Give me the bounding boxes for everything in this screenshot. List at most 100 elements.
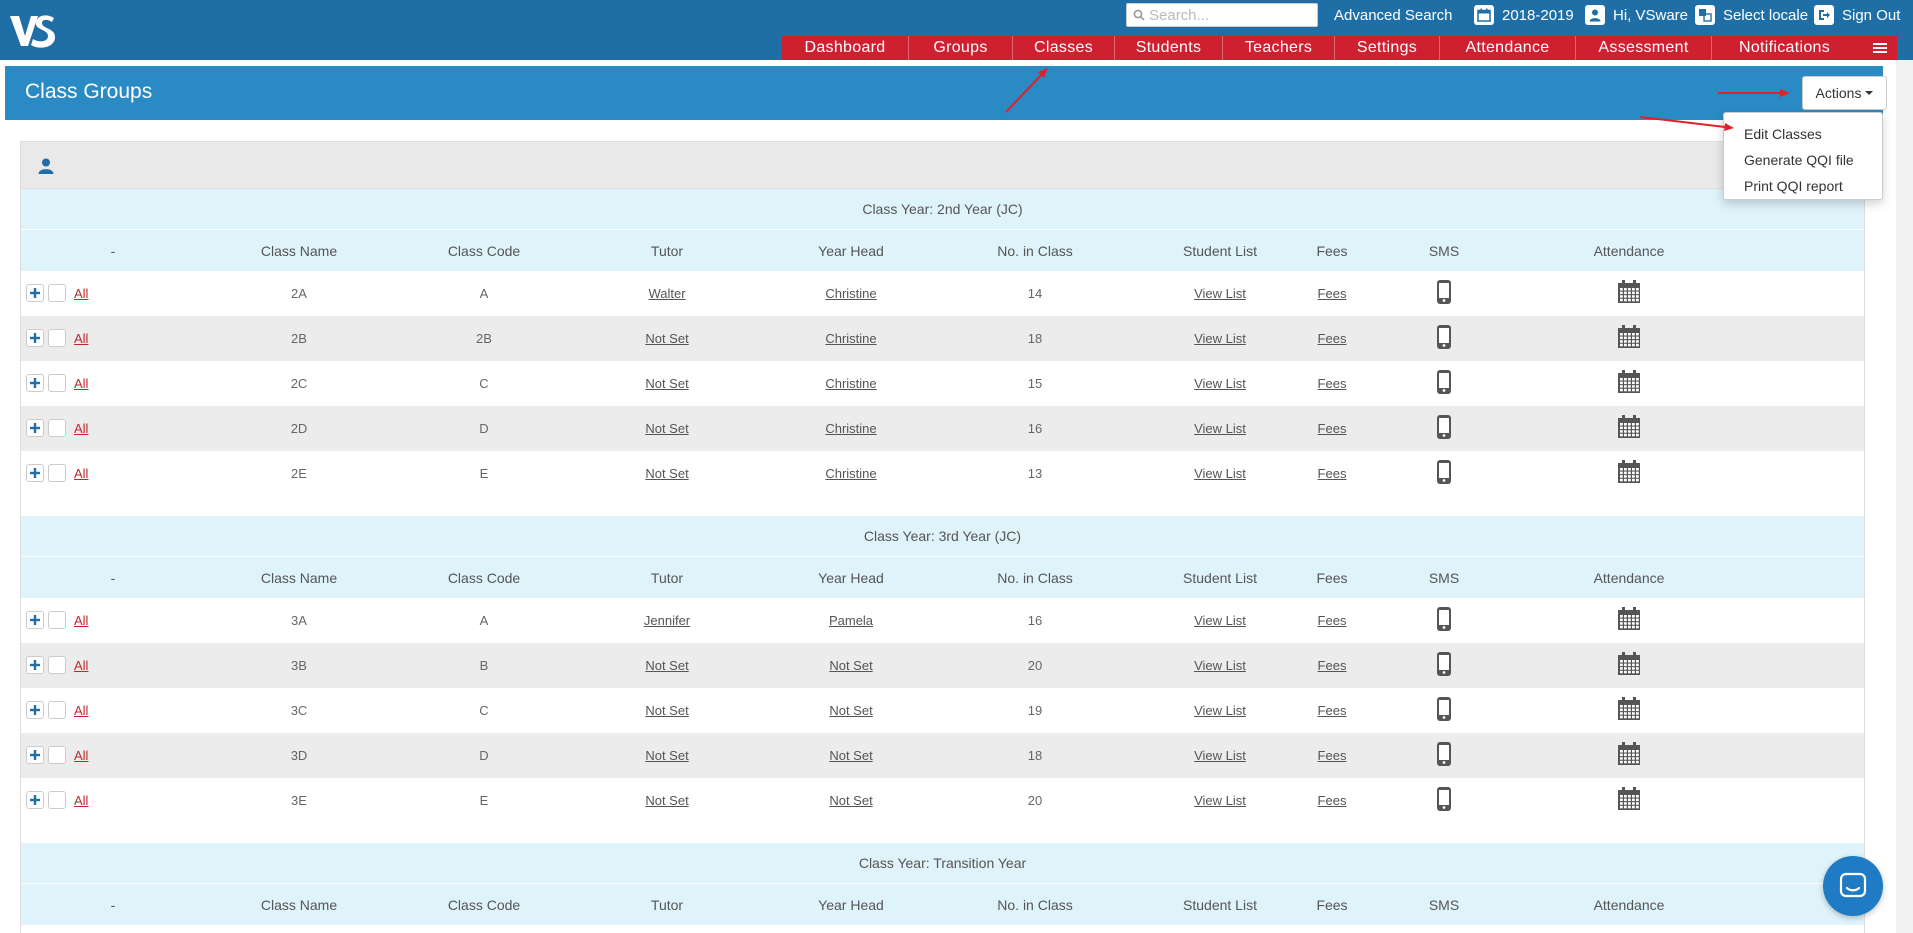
menu-item-print-qqi-report[interactable]: Print QQI report	[1724, 173, 1882, 199]
fees-link[interactable]: Fees	[1318, 451, 1347, 496]
select-all-link[interactable]: All	[74, 733, 88, 778]
menu-item-edit-classes[interactable]: Edit Classes	[1724, 121, 1882, 147]
fees-link[interactable]: Fees	[1318, 406, 1347, 451]
row-select-checkbox[interactable]	[48, 419, 66, 437]
select-all-link[interactable]: All	[74, 271, 88, 316]
view-list-link[interactable]: View List	[1194, 271, 1246, 316]
row-select-checkbox[interactable]	[48, 791, 66, 809]
row-select-checkbox[interactable]	[48, 746, 66, 764]
fees-link[interactable]: Fees	[1318, 733, 1347, 778]
sms-button[interactable]	[1436, 598, 1452, 643]
select-all-link[interactable]: All	[74, 778, 88, 823]
advanced-search-link[interactable]: Advanced Search	[1334, 5, 1452, 25]
sms-button[interactable]	[1436, 733, 1452, 778]
year-head-link[interactable]: Not Set	[829, 688, 872, 733]
row-select-checkbox[interactable]	[48, 611, 66, 629]
tutor-link[interactable]: Not Set	[645, 643, 688, 688]
expand-row-button[interactable]	[26, 611, 44, 629]
year-head-link[interactable]: Not Set	[829, 733, 872, 778]
chat-launcher-button[interactable]	[1823, 856, 1883, 916]
row-select-checkbox[interactable]	[48, 329, 66, 347]
fees-link[interactable]: Fees	[1318, 361, 1347, 406]
sms-button[interactable]	[1436, 406, 1452, 451]
view-list-link[interactable]: View List	[1194, 406, 1246, 451]
attendance-button[interactable]	[1617, 406, 1641, 451]
expand-row-button[interactable]	[26, 791, 44, 809]
tutor-link[interactable]: Not Set	[645, 688, 688, 733]
select-locale-link[interactable]: Select locale	[1695, 5, 1808, 25]
expand-row-button[interactable]	[26, 701, 44, 719]
nav-attendance[interactable]: Attendance	[1440, 36, 1576, 60]
fees-link[interactable]: Fees	[1318, 271, 1347, 316]
tutor-link[interactable]: Not Set	[645, 778, 688, 823]
view-list-link[interactable]: View List	[1194, 688, 1246, 733]
row-select-checkbox[interactable]	[48, 656, 66, 674]
nav-dashboard[interactable]: Dashboard	[782, 36, 909, 60]
attendance-button[interactable]	[1617, 598, 1641, 643]
sms-button[interactable]	[1436, 451, 1452, 496]
row-select-checkbox[interactable]	[48, 701, 66, 719]
attendance-button[interactable]	[1617, 688, 1641, 733]
page-scrollbar[interactable]	[1896, 60, 1913, 933]
nav-teachers[interactable]: Teachers	[1223, 36, 1335, 60]
menu-item-generate-qqi-file[interactable]: Generate QQI file	[1724, 147, 1882, 173]
tutor-link[interactable]: Not Set	[645, 361, 688, 406]
nav-notifications[interactable]: Notifications	[1712, 36, 1857, 60]
select-all-link[interactable]: All	[74, 598, 88, 643]
nav-settings[interactable]: Settings	[1335, 36, 1440, 60]
tutor-link[interactable]: Not Set	[645, 451, 688, 496]
sms-button[interactable]	[1436, 316, 1452, 361]
attendance-button[interactable]	[1617, 361, 1641, 406]
year-head-link[interactable]: Not Set	[829, 778, 872, 823]
fees-link[interactable]: Fees	[1318, 316, 1347, 361]
expand-row-button[interactable]	[26, 419, 44, 437]
fees-link[interactable]: Fees	[1318, 643, 1347, 688]
attendance-button[interactable]	[1617, 316, 1641, 361]
user-greeting[interactable]: Hi, VSware	[1585, 5, 1688, 25]
year-head-link[interactable]: Pamela	[829, 598, 873, 643]
tutor-link[interactable]: Walter	[648, 271, 685, 316]
expand-row-button[interactable]	[26, 374, 44, 392]
fees-link[interactable]: Fees	[1318, 598, 1347, 643]
sms-button[interactable]	[1436, 778, 1452, 823]
sms-button[interactable]	[1436, 361, 1452, 406]
row-select-checkbox[interactable]	[48, 374, 66, 392]
attendance-button[interactable]	[1617, 271, 1641, 316]
sms-button[interactable]	[1436, 643, 1452, 688]
row-select-checkbox[interactable]	[48, 284, 66, 302]
nav-assessment[interactable]: Assessment	[1576, 36, 1712, 60]
select-all-link[interactable]: All	[74, 316, 88, 361]
view-list-link[interactable]: View List	[1194, 733, 1246, 778]
tutor-link[interactable]: Not Set	[645, 733, 688, 778]
year-head-link[interactable]: Christine	[825, 361, 876, 406]
fees-link[interactable]: Fees	[1318, 778, 1347, 823]
sms-button[interactable]	[1436, 271, 1452, 316]
view-list-link[interactable]: View List	[1194, 598, 1246, 643]
view-list-link[interactable]: View List	[1194, 643, 1246, 688]
expand-row-button[interactable]	[26, 656, 44, 674]
sign-out-link[interactable]: Sign Out	[1814, 5, 1900, 25]
search-input[interactable]	[1149, 5, 1309, 25]
year-head-link[interactable]: Christine	[825, 406, 876, 451]
search-box[interactable]	[1126, 3, 1318, 27]
select-all-link[interactable]: All	[74, 643, 88, 688]
nav-students[interactable]: Students	[1115, 36, 1223, 60]
year-head-link[interactable]: Christine	[825, 316, 876, 361]
select-all-link[interactable]: All	[74, 406, 88, 451]
sms-button[interactable]	[1436, 688, 1452, 733]
view-list-link[interactable]: View List	[1194, 361, 1246, 406]
view-list-link[interactable]: View List	[1194, 316, 1246, 361]
select-all-link[interactable]: All	[74, 688, 88, 733]
year-head-link[interactable]: Not Set	[829, 643, 872, 688]
fees-link[interactable]: Fees	[1318, 688, 1347, 733]
expand-row-button[interactable]	[26, 284, 44, 302]
tutor-link[interactable]: Jennifer	[644, 598, 690, 643]
actions-button[interactable]: Actions	[1802, 76, 1887, 110]
year-head-link[interactable]: Christine	[825, 271, 876, 316]
attendance-button[interactable]	[1617, 778, 1641, 823]
school-year-selector[interactable]: 2018-2019	[1474, 5, 1574, 25]
nav-classes[interactable]: Classes	[1013, 36, 1115, 60]
tutor-link[interactable]: Not Set	[645, 406, 688, 451]
vsware-logo[interactable]	[8, 10, 56, 52]
expand-row-button[interactable]	[26, 464, 44, 482]
